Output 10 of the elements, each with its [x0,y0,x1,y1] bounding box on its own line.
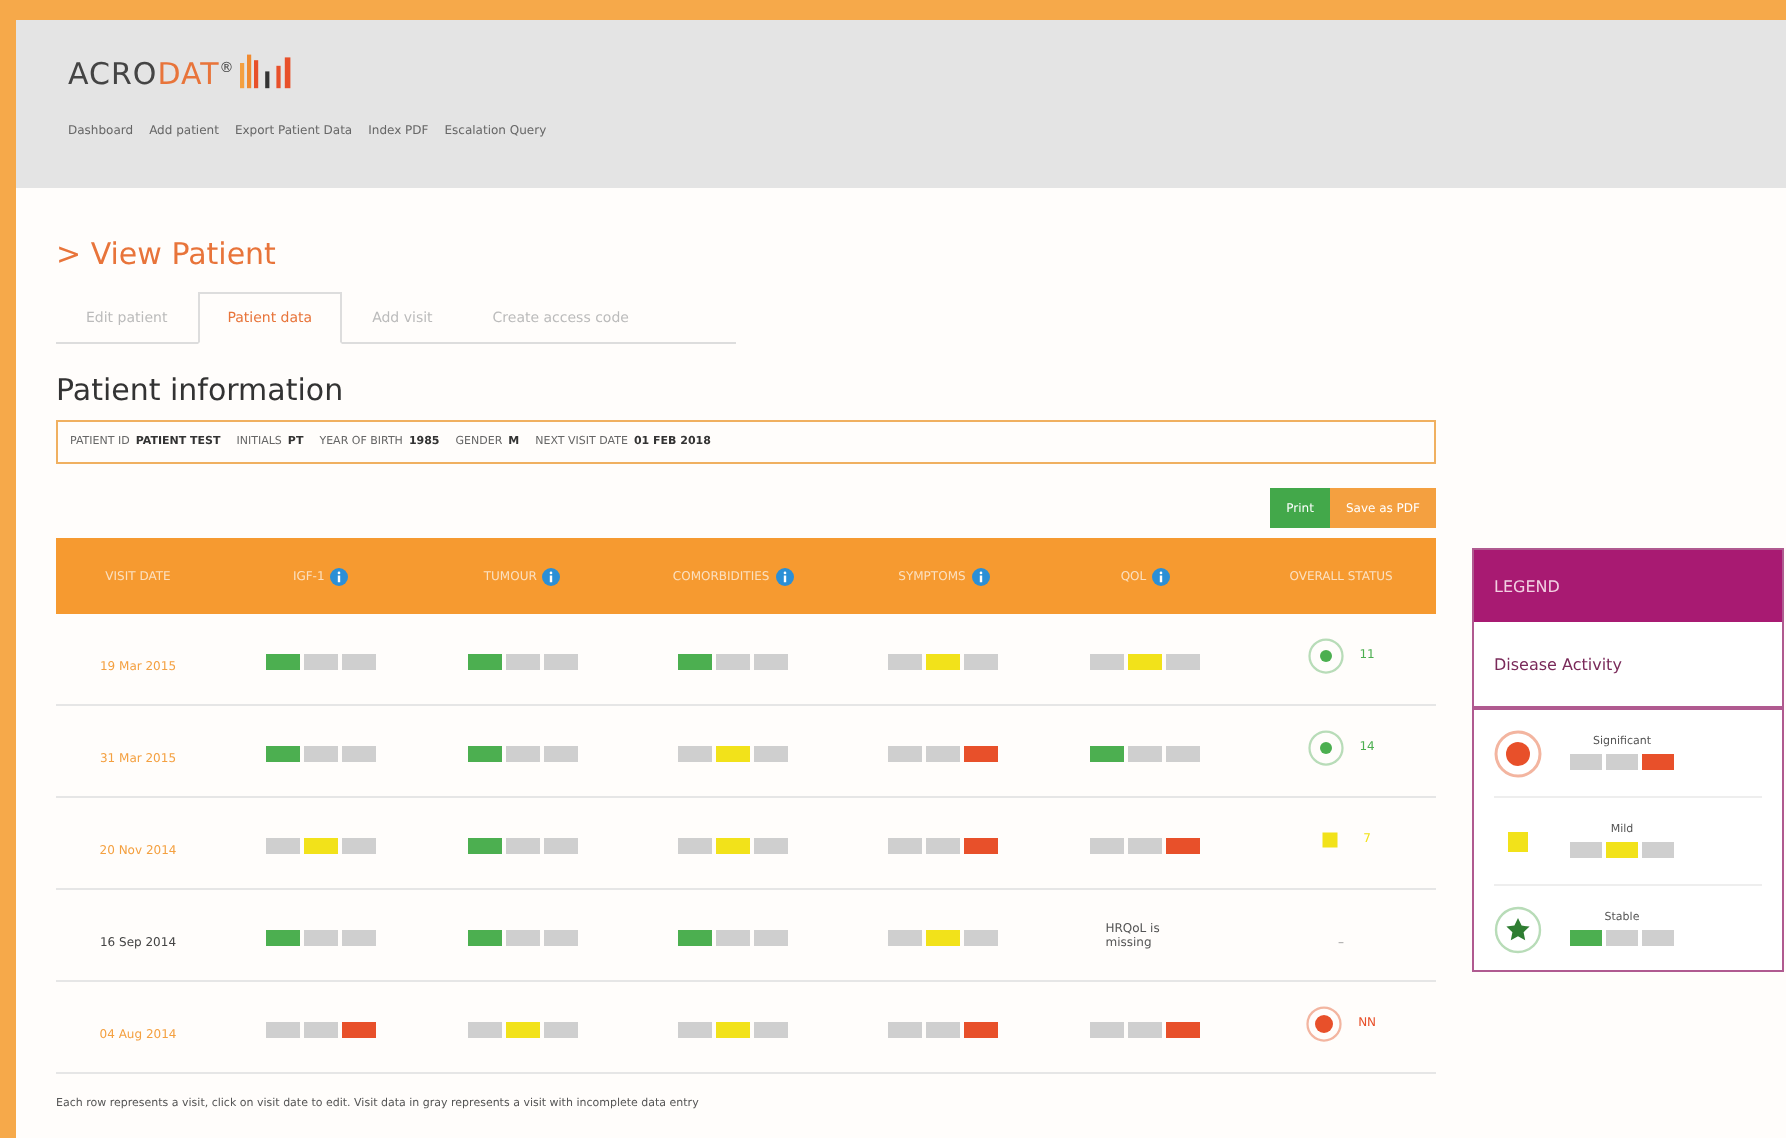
section-title: Patient information [56,372,346,408]
info-icon[interactable] [1152,567,1171,585]
info-icon[interactable] [330,567,349,585]
info-icon[interactable] [971,567,990,585]
info-icon[interactable] [542,567,561,585]
legend-title: LEGEND [1474,550,1782,622]
page-title: > View Patient [56,236,278,272]
info-icon[interactable] [775,567,794,585]
legend-subtitle: Disease Activity [1474,622,1782,710]
logo-text: ACRODAT$^{®}$ [68,56,235,92]
